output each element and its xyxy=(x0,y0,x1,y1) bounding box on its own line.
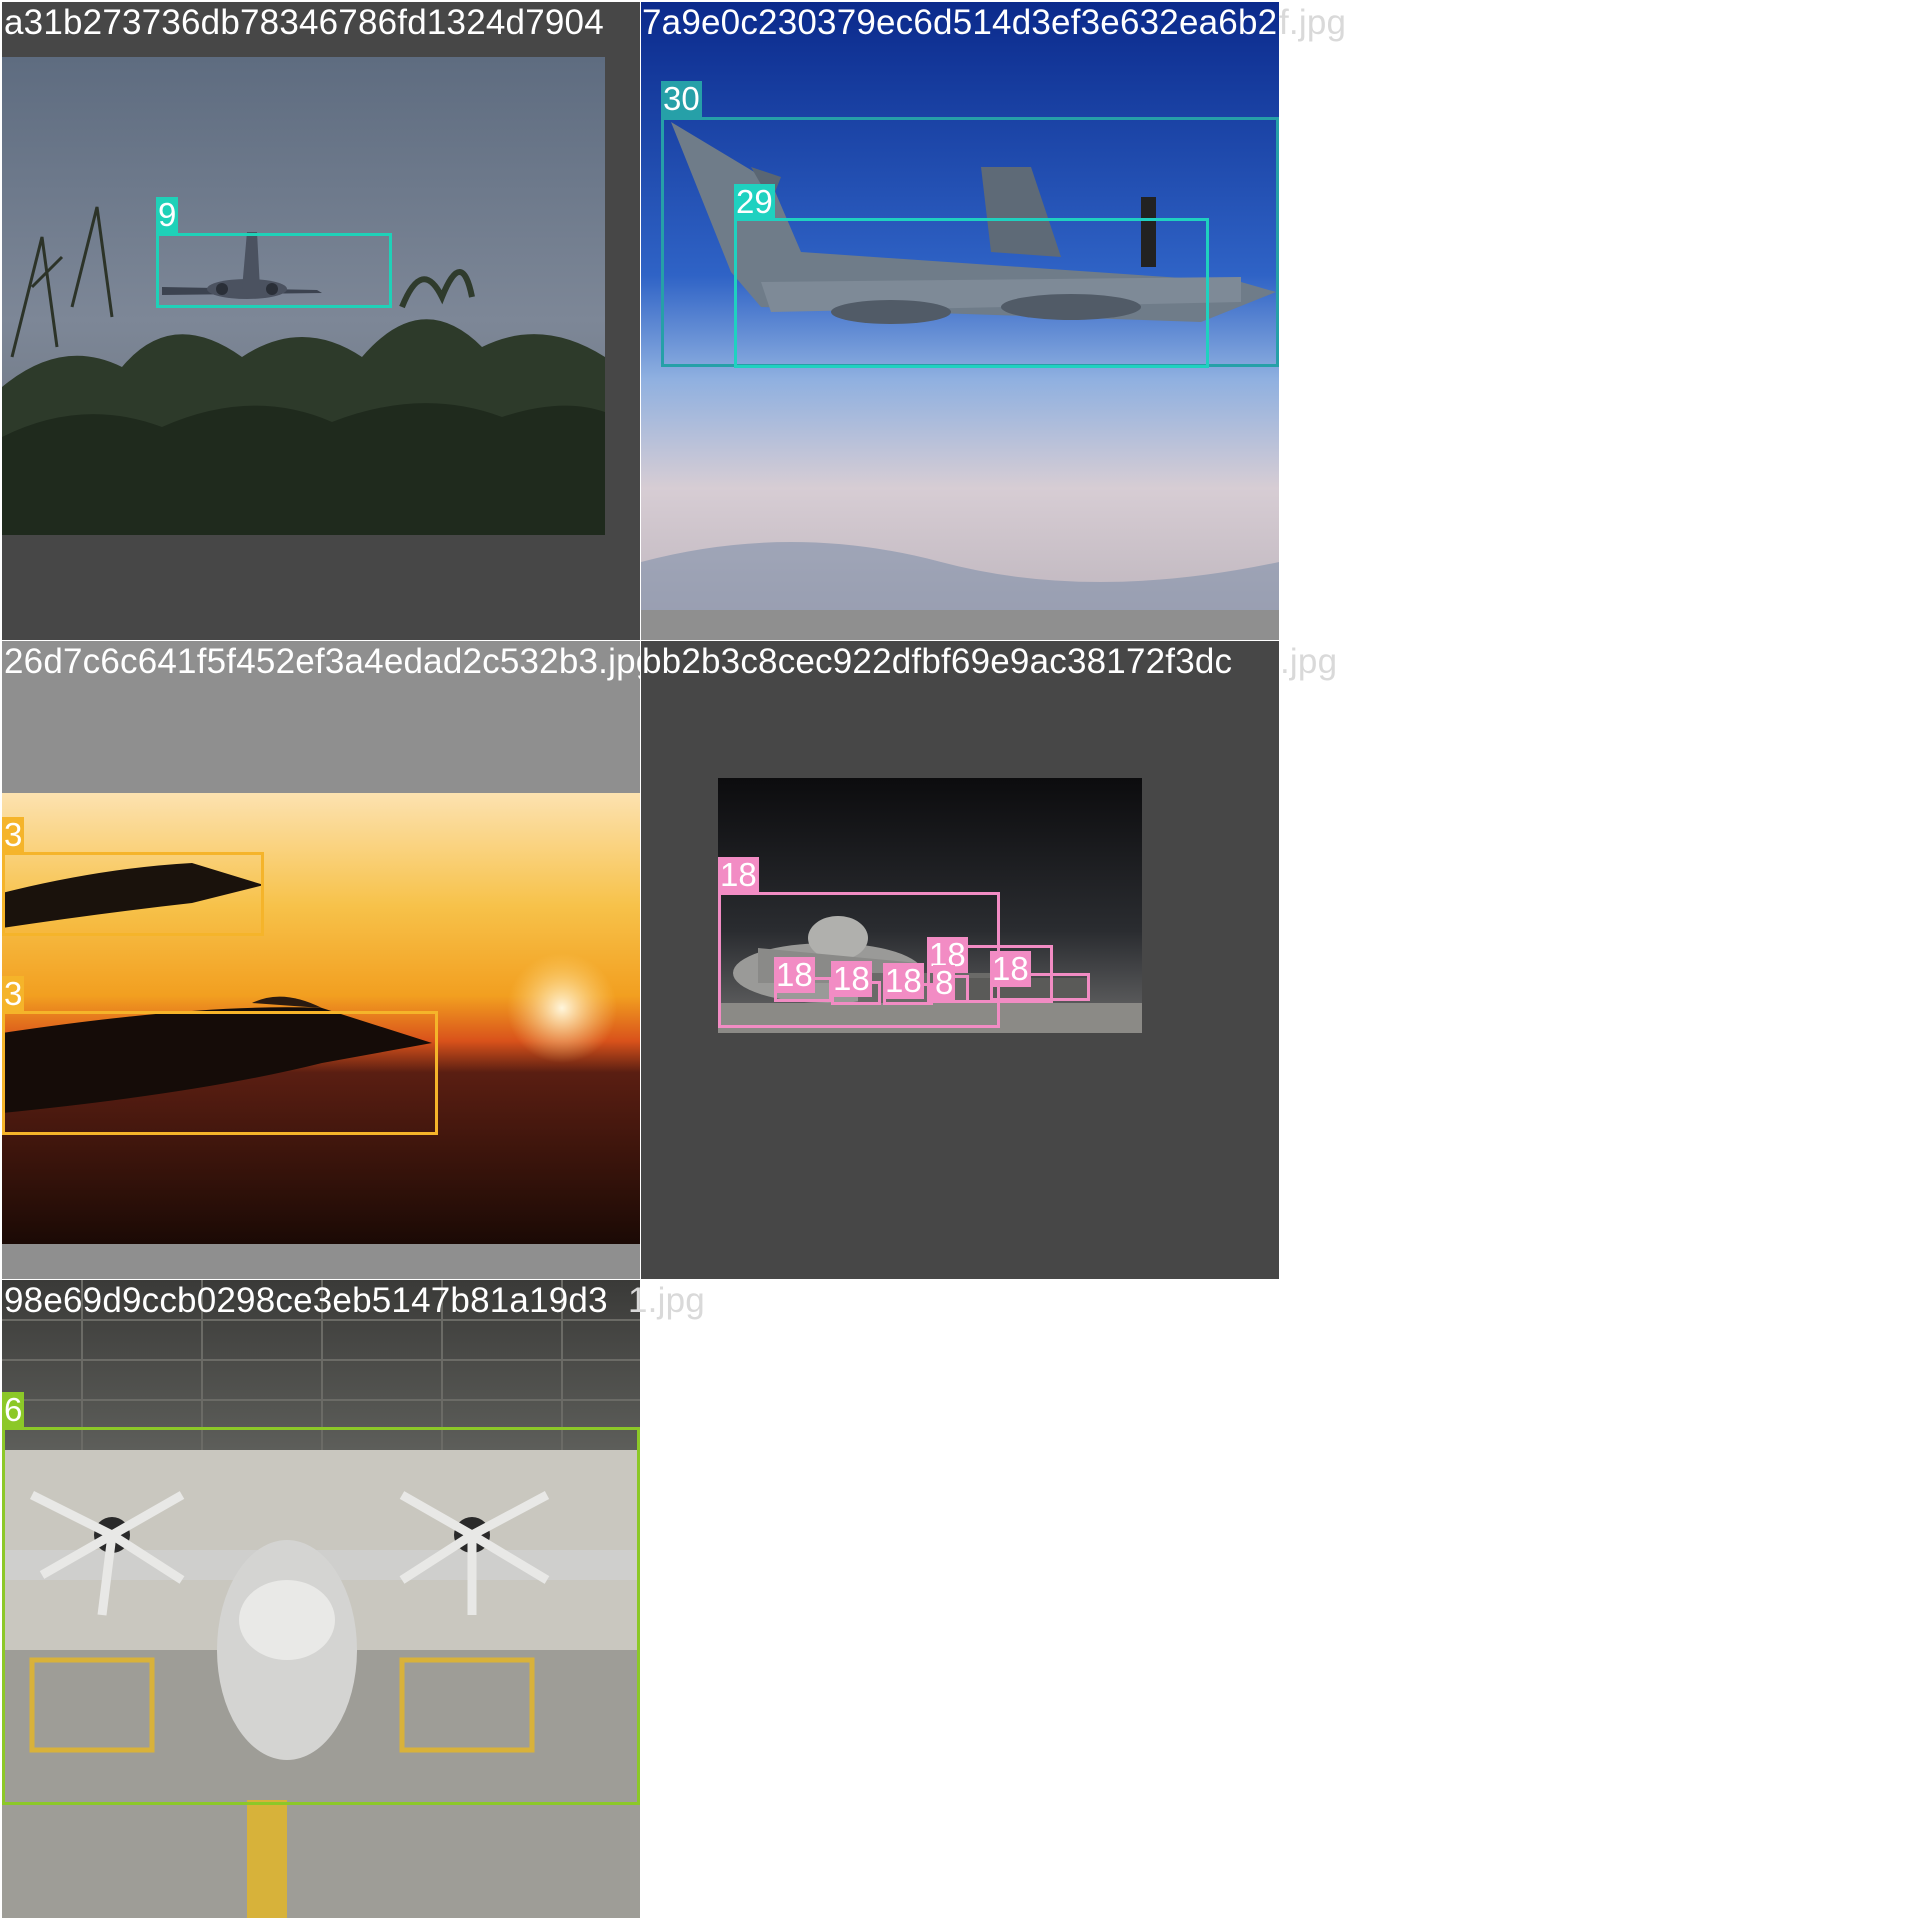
mosaic-tile-4: bb2b3c8cec922dfbf69e9ac38172f3dc 18 18 1… xyxy=(641,641,1279,1279)
image-filename: a31b273736db78346786fd1324d7904 xyxy=(4,3,604,42)
class-label: 29 xyxy=(734,183,775,220)
image-filename-overflow: .jpg xyxy=(1280,642,1338,681)
image-filename-overflow: f.jpg xyxy=(1279,3,1347,42)
class-label: 18 xyxy=(831,960,872,997)
image-filename-visible: 7a9e0c230379ec6d514d3ef3e632ea6b2 xyxy=(642,3,1278,42)
image-filename-overflow: 1.jpg xyxy=(628,1281,705,1320)
bounding-box xyxy=(2,852,264,936)
image-filename-visible: 98e69d9ccb0298ce3eb5147b81a19d3 xyxy=(4,1281,608,1320)
class-label: 18 xyxy=(990,950,1031,987)
bounding-box xyxy=(734,218,1209,368)
image-filename: 7a9e0c230379ec6d514d3ef3e632ea6b2 xyxy=(642,3,1277,43)
class-label: 30 xyxy=(661,80,702,117)
class-label: 9 xyxy=(156,196,179,233)
mosaic-tile-1: a31b273736db78346786fd1324d7904 9 xyxy=(2,2,640,640)
mosaic-tile-2: 7a9e0c230379ec6d514d3ef3e632ea6b2 30 29 xyxy=(641,2,1279,640)
class-label: 18 xyxy=(718,856,759,893)
mosaic-tile-5: 98e69d9ccb0298ce3eb5147b81a19d3 6 xyxy=(2,1280,640,1918)
class-label: 8 xyxy=(933,964,956,1001)
class-label: 18 xyxy=(774,956,815,993)
image-filename: bb2b3c8cec922dfbf69e9ac38172f3dc xyxy=(642,642,1232,682)
mosaic-tile-3: 26d7c6c641f5f452ef3a4edad2c532b3.jpg 3 3 xyxy=(2,641,640,1279)
class-label: 3 xyxy=(2,816,25,853)
bounding-box xyxy=(156,233,392,308)
bounding-box xyxy=(2,1011,438,1135)
class-label: 18 xyxy=(883,962,924,999)
image-filename: 98e69d9ccb0298ce3eb5147b81a19d3 xyxy=(4,1281,608,1321)
bounding-box xyxy=(2,1427,640,1805)
class-label: 3 xyxy=(2,975,25,1012)
image-filename-visible: bb2b3c8cec922dfbf69e9ac38172f3dc xyxy=(642,642,1233,681)
class-label: 6 xyxy=(2,1391,25,1428)
image-filename: 26d7c6c641f5f452ef3a4edad2c532b3.jpg xyxy=(4,642,640,681)
